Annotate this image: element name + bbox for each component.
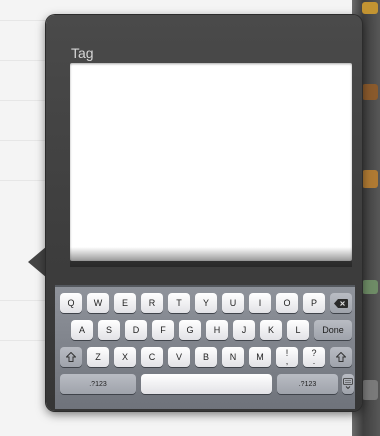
- key-a[interactable]: A: [71, 320, 93, 340]
- keyboard-hide-icon: [343, 378, 353, 390]
- tag-popover: Tag Q W E R T Y U I O P A S D F G H J K …: [46, 15, 362, 411]
- background-thumbnail: [362, 380, 378, 400]
- background-thumbnail: [362, 280, 378, 294]
- key-f[interactable]: F: [152, 320, 174, 340]
- numbers-key-left[interactable]: .?123: [60, 374, 136, 394]
- key-z[interactable]: Z: [87, 347, 109, 367]
- key-c[interactable]: C: [141, 347, 163, 367]
- hide-keyboard-key[interactable]: [342, 374, 354, 394]
- key-exclamation-comma[interactable]: ! ,: [276, 347, 298, 367]
- background-divider: [0, 140, 46, 141]
- key-question-period[interactable]: ? .: [303, 347, 325, 367]
- popover-title: Tag: [71, 45, 94, 61]
- key-x[interactable]: X: [114, 347, 136, 367]
- key-h[interactable]: H: [206, 320, 228, 340]
- key-v[interactable]: V: [168, 347, 190, 367]
- key-d[interactable]: D: [125, 320, 147, 340]
- background-divider: [0, 180, 46, 181]
- background-thumbnail: [362, 84, 378, 100]
- key-e[interactable]: E: [114, 293, 136, 313]
- key-l[interactable]: L: [287, 320, 309, 340]
- backspace-key[interactable]: [330, 293, 352, 313]
- key-p[interactable]: P: [303, 293, 325, 313]
- background-divider: [0, 100, 46, 101]
- tag-text-field[interactable]: [70, 63, 352, 261]
- key-glyph-bottom: .: [312, 356, 316, 366]
- done-key[interactable]: Done: [314, 320, 352, 340]
- background-thumbnail: [362, 2, 378, 14]
- key-j[interactable]: J: [233, 320, 255, 340]
- key-q[interactable]: Q: [60, 293, 82, 313]
- key-r[interactable]: R: [141, 293, 163, 313]
- key-n[interactable]: N: [222, 347, 244, 367]
- shift-icon: [336, 352, 346, 362]
- key-g[interactable]: G: [179, 320, 201, 340]
- space-bar[interactable]: [141, 374, 272, 394]
- key-m[interactable]: M: [249, 347, 271, 367]
- key-s[interactable]: S: [98, 320, 120, 340]
- key-b[interactable]: B: [195, 347, 217, 367]
- key-y[interactable]: Y: [195, 293, 217, 313]
- key-glyph-bottom: ,: [285, 356, 289, 366]
- shift-icon: [66, 352, 76, 362]
- key-t[interactable]: T: [168, 293, 190, 313]
- background-divider: [0, 60, 46, 61]
- background-divider: [0, 340, 46, 341]
- key-o[interactable]: O: [276, 293, 298, 313]
- numbers-key-right[interactable]: .?123: [277, 374, 338, 394]
- background-divider: [0, 300, 46, 301]
- key-k[interactable]: K: [260, 320, 282, 340]
- background-thumbnail: [362, 170, 378, 188]
- text-field-shadow: [70, 247, 352, 267]
- shift-key-left[interactable]: [60, 347, 82, 367]
- key-w[interactable]: W: [87, 293, 109, 313]
- key-i[interactable]: I: [249, 293, 271, 313]
- key-u[interactable]: U: [222, 293, 244, 313]
- on-screen-keyboard: Q W E R T Y U I O P A S D F G H J K L Do…: [55, 285, 355, 409]
- backspace-icon: [334, 298, 348, 308]
- background-divider: [0, 20, 46, 21]
- shift-key-right[interactable]: [330, 347, 352, 367]
- popover-arrow: [28, 246, 47, 278]
